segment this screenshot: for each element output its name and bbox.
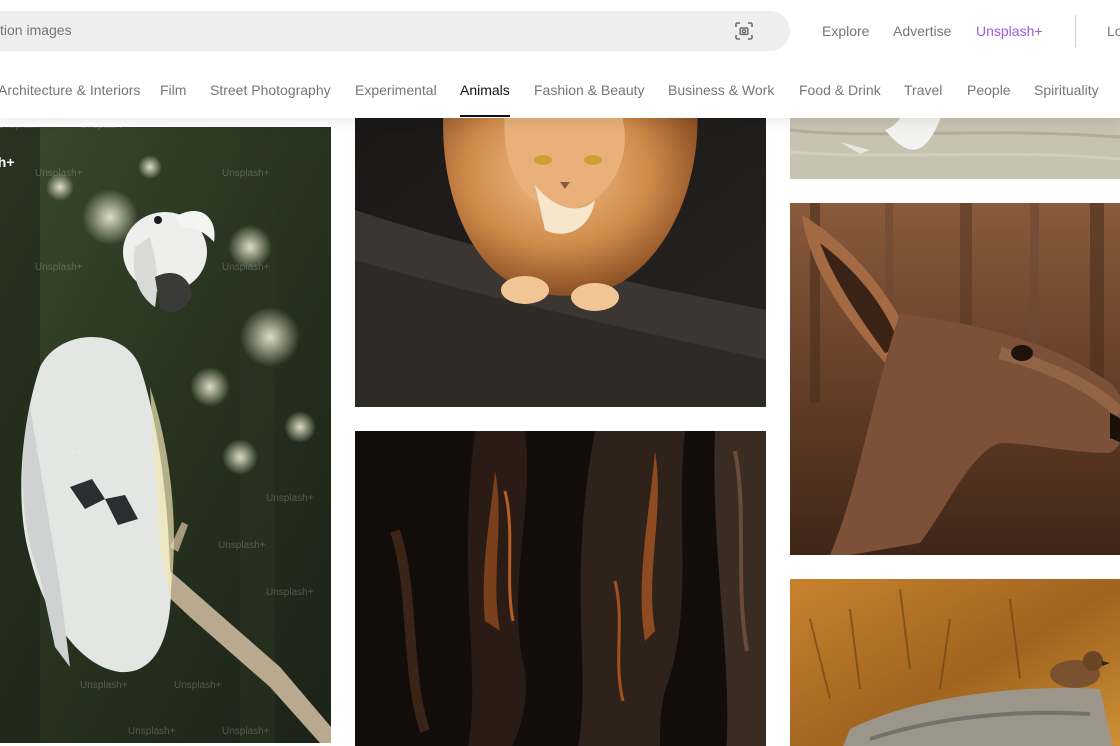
search-input[interactable]: tion images bbox=[0, 22, 72, 38]
topic-travel[interactable]: Travel bbox=[904, 82, 942, 98]
active-topic-indicator bbox=[460, 115, 510, 117]
topic-experimental[interactable]: Experimental bbox=[355, 82, 437, 98]
topic-animals[interactable]: Animals bbox=[460, 82, 510, 98]
nav-divider bbox=[1075, 15, 1076, 47]
visual-search-icon[interactable] bbox=[734, 21, 754, 41]
photo-cat[interactable] bbox=[355, 90, 766, 407]
top-header: tion images Explore Advertise Unsplash+ … bbox=[0, 0, 1120, 62]
topic-nav: Architecture & Interiors Film Street Pho… bbox=[0, 62, 1120, 118]
topic-food-drink[interactable]: Food & Drink bbox=[799, 82, 881, 98]
search-bar[interactable]: tion images bbox=[0, 11, 790, 51]
unsplash-plus-badge: sh+ bbox=[0, 154, 15, 170]
photo-tree-bark[interactable] bbox=[355, 431, 766, 746]
nav-login-link[interactable]: Lo bbox=[1107, 23, 1120, 39]
nav-explore-link[interactable]: Explore bbox=[822, 23, 869, 39]
topic-film[interactable]: Film bbox=[160, 82, 186, 98]
photo-deer[interactable] bbox=[790, 203, 1120, 555]
photo-cockatoo[interactable] bbox=[0, 127, 331, 743]
topic-people[interactable]: People bbox=[967, 82, 1011, 98]
nav-advertise-link[interactable]: Advertise bbox=[893, 23, 951, 39]
topic-fashion-beauty[interactable]: Fashion & Beauty bbox=[534, 82, 645, 98]
topic-spirituality[interactable]: Spirituality bbox=[1034, 82, 1099, 98]
topic-street-photography[interactable]: Street Photography bbox=[210, 82, 331, 98]
topic-architecture-interiors[interactable]: Architecture & Interiors bbox=[0, 82, 140, 98]
nav-unsplash-plus-link[interactable]: Unsplash+ bbox=[976, 23, 1043, 39]
topic-business-work[interactable]: Business & Work bbox=[668, 82, 774, 98]
photo-sparrow[interactable] bbox=[790, 579, 1120, 746]
